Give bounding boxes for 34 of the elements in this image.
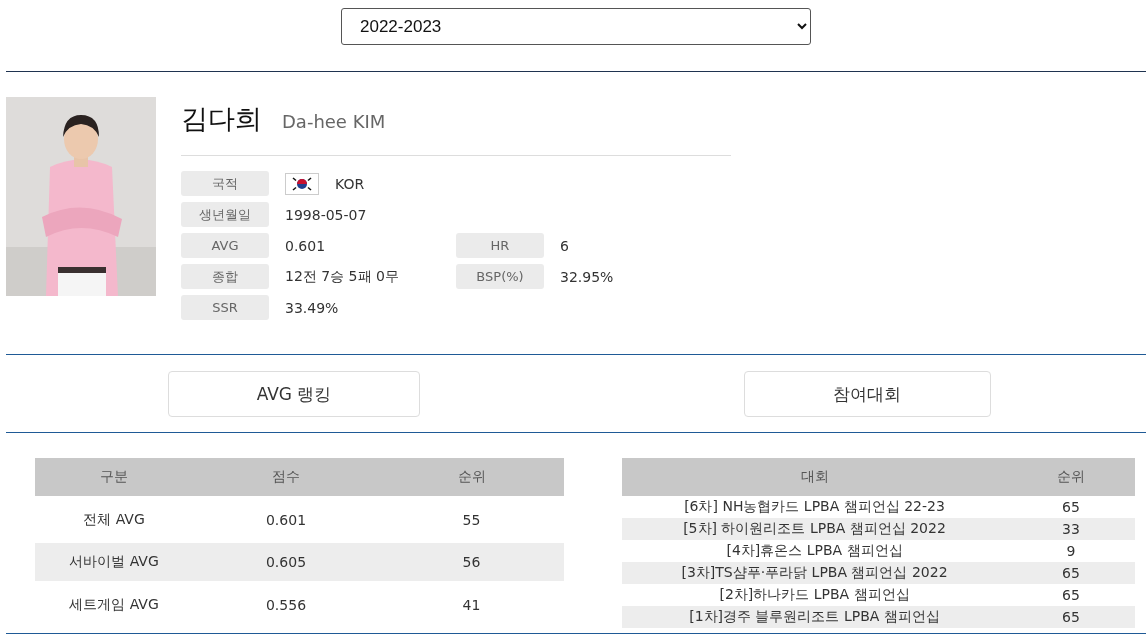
flag-icon xyxy=(285,172,319,195)
table-cell: [3차]TS샴푸·푸라닭 LPBA 챔피언십 2022 xyxy=(622,562,1007,584)
column-header: 순위 xyxy=(1007,458,1135,496)
field-value: 32.95% xyxy=(560,268,614,285)
field-value: 12전 7승 5패 0무 xyxy=(285,267,399,286)
table-cell: 33 xyxy=(1007,518,1135,540)
column-header: 점수 xyxy=(193,458,379,496)
field-label: 국적 xyxy=(181,171,269,196)
tab-button[interactable]: AVG 랭킹 xyxy=(168,371,420,417)
field-value: KOR xyxy=(335,175,365,192)
column-header: 대회 xyxy=(622,458,1007,496)
table-cell: 0.605 xyxy=(193,543,379,581)
field-value: 6 xyxy=(560,237,569,254)
tab-button[interactable]: 참여대회 xyxy=(743,371,991,417)
field-value: 33.49% xyxy=(285,299,339,316)
player-name-english: Da-hee KIM xyxy=(282,111,386,132)
season-select[interactable]: 2022-2023 xyxy=(341,8,811,45)
column-header: 순위 xyxy=(379,458,564,496)
field-value: 1998-05-07 xyxy=(285,206,367,223)
field-label: AVG xyxy=(181,233,269,258)
field-label: 종합 xyxy=(181,264,269,289)
column-header: 구분 xyxy=(35,458,193,496)
field-label: 생년월일 xyxy=(181,202,269,227)
field-label: BSP(%) xyxy=(456,264,544,289)
table-cell: 65 xyxy=(1007,606,1135,628)
field-label: SSR xyxy=(181,295,269,320)
table-cell: 56 xyxy=(379,543,564,581)
player-name: 김다희 xyxy=(181,102,262,136)
table-cell: [5차] 하이원리조트 LPBA 챔피언십 2022 xyxy=(622,518,1007,540)
table-cell: 서바이벌 AVG xyxy=(35,543,193,581)
field-value: 0.601 xyxy=(285,237,326,254)
field-label: HR xyxy=(456,233,544,258)
table-cell: 65 xyxy=(1007,562,1135,584)
table-cell: [1차]경주 블루원리조트 LPBA 챔피언십 xyxy=(622,606,1007,628)
